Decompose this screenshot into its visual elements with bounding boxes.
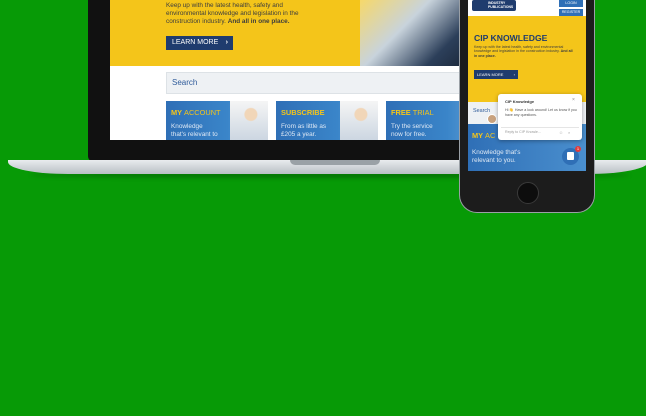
card-title: MY AC (472, 131, 496, 140)
search-label: Search (172, 78, 198, 87)
card-title: SUBSCRIBE (281, 108, 325, 117)
search-label: Search (473, 108, 491, 114)
hero-banner: Keep up with the latest health, safety a… (110, 0, 470, 66)
attachment-icon[interactable]: ⌕ (568, 130, 570, 135)
card-body: Knowledge that's relevant to you. (472, 149, 520, 165)
chevron-right-icon: › (225, 39, 228, 46)
learn-more-button[interactable]: LEARN MORE › (474, 70, 518, 79)
learn-more-label: LEARN MORE (477, 72, 504, 77)
card-title: MY ACCOUNT (171, 108, 221, 117)
card-photo (230, 101, 268, 140)
notification-badge: 1 (575, 146, 581, 152)
chat-title: CIP Knowledge (505, 99, 535, 104)
hero-text: Keep up with the latest health, safety a… (166, 2, 306, 26)
card-body: From as little as £205 a year. (281, 123, 327, 138)
learn-more-button[interactable]: LEARN MORE › (166, 36, 233, 50)
chat-reply-placeholder: Reply to CIP Knowle... (505, 130, 541, 134)
card-my-account[interactable]: MY ACCOUNT Knowledge that's relevant to … (166, 101, 268, 140)
card-subscribe[interactable]: SUBSCRIBE From as little as £205 a year. (276, 101, 378, 140)
card-body: Try the service now for free. (391, 123, 433, 138)
card-body-line: relevant to you. (472, 157, 516, 164)
phone-home-button[interactable] (517, 182, 539, 204)
search-input[interactable] (166, 72, 470, 94)
chat-agent-avatar (487, 114, 497, 124)
register-button[interactable]: REGISTER (559, 9, 583, 16)
page-title: CIP KNOWLEDGE (474, 33, 548, 43)
laptop-notch (290, 160, 380, 165)
card-title: FREE TRIAL (391, 108, 434, 117)
laptop-screen: Keep up with the latest health, safety a… (110, 0, 470, 140)
card-photo (340, 101, 378, 140)
login-button[interactable]: LOGIN (559, 0, 583, 7)
card-body-line: Knowledge that's (472, 149, 521, 156)
hero-text-bold: And all in one place. (227, 18, 290, 25)
learn-more-label: LEARN MORE (172, 39, 219, 46)
close-icon[interactable]: × (572, 97, 575, 103)
phone-screen: INDUSTRY PUBLICATIONS LOGIN REGISTER CIP… (468, 0, 586, 171)
emoji-icon[interactable]: ☺ (559, 130, 563, 135)
hero-text: Keep up with the latest health, safety a… (474, 45, 574, 58)
hero-text-lead: Keep up with the latest health, safety a… (474, 45, 564, 54)
chat-icon (567, 152, 574, 160)
chat-message: Hi 👋 Have a look around! Let us know if … (505, 108, 577, 117)
logo-text: INDUSTRY PUBLICATIONS (488, 1, 514, 9)
chevron-right-icon: › (513, 72, 515, 77)
hero-photo (360, 0, 470, 66)
card-body: Knowledge that's relevant to you. (171, 123, 218, 140)
card-free-trial[interactable]: FREE TRIAL Try the service now for free. (386, 101, 470, 140)
